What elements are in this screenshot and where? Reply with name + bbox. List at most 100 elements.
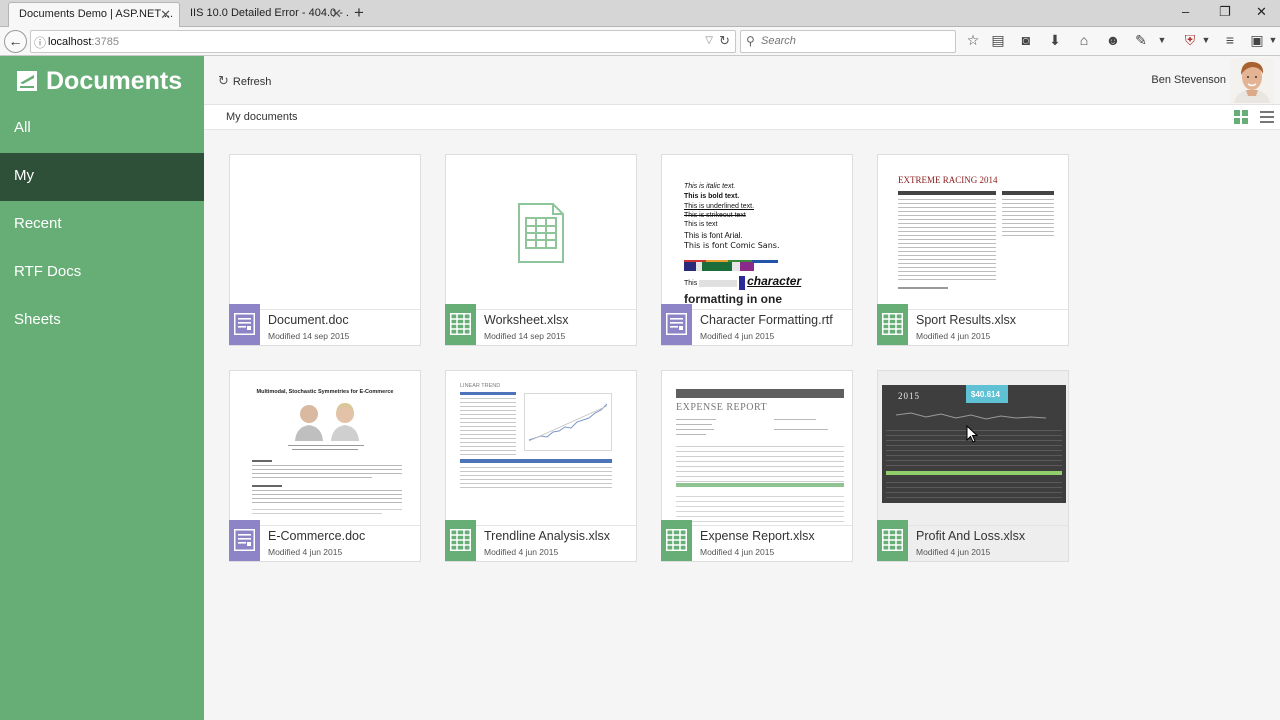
search-box[interactable]: ⚲ — [740, 30, 956, 53]
menu-icon[interactable]: ≡ — [1221, 32, 1239, 48]
card-footer: Profit And Loss.xlsx Modified 4 jun 2015 — [877, 520, 1068, 561]
extension-dropdown-icon[interactable]: ▼ — [1153, 35, 1171, 45]
download-icon[interactable]: ⬇ — [1046, 32, 1064, 49]
document-file-icon — [661, 304, 692, 345]
thumb-text: This is bold text. — [684, 193, 740, 200]
window-close-icon[interactable]: ✕ — [1256, 4, 1267, 20]
extension-icon[interactable]: ✎ — [1132, 32, 1150, 49]
thumb-text-line — [774, 429, 828, 430]
file-modified-date: Modified 14 sep 2015 — [484, 331, 566, 341]
document-card[interactable]: Document.doc Modified 14 sep 2015 — [229, 154, 421, 346]
document-card[interactable]: Multimodal, Stochastic Symmetries for E-… — [229, 370, 421, 562]
minimize-icon[interactable]: – — [1182, 4, 1189, 19]
file-name: Profit And Loss.xlsx — [916, 529, 1026, 543]
sidebar-item-recent[interactable]: Recent — [0, 201, 204, 249]
maximize-icon[interactable]: ❐ — [1219, 4, 1231, 20]
thumb-text: This is text — [684, 221, 718, 228]
thumb-text-line — [252, 460, 272, 462]
thumb-chart-frame — [524, 393, 612, 451]
browser-tab-strip: Documents Demo | ASP.NET ... ✕ IIS 10.0 … — [0, 0, 1280, 27]
thumb-text-line — [676, 434, 706, 435]
shield-dropdown-icon[interactable]: ▼ — [1197, 35, 1215, 45]
thumb-table-body — [676, 493, 844, 523]
user-name[interactable]: Ben Stevenson — [1151, 74, 1226, 86]
thumb-footnote — [898, 287, 948, 289]
thumb-text-line — [252, 498, 402, 499]
thumb-text-line — [252, 465, 402, 466]
character-formatting-thumbnail: ​ This is italic text. This is bold text… — [662, 155, 852, 310]
grid-view-icon[interactable] — [1234, 110, 1248, 124]
thumb-text: formatting in one — [684, 292, 782, 306]
thumb-text: This is font Comic Sans. — [684, 241, 780, 250]
card-footer: Expense Report.xlsx Modified 4 jun 2015 — [661, 520, 852, 561]
list-view-icon[interactable] — [1260, 110, 1274, 124]
thumb-table-body — [886, 479, 1062, 501]
document-thumbnail — [230, 155, 420, 310]
sidebar: Documents All My Recent RTF Docs Sheets — [0, 56, 204, 720]
breadcrumb-my-documents[interactable]: My documents — [226, 111, 298, 123]
url-dropdown-icon[interactable]: ▽ — [705, 35, 713, 46]
document-card[interactable]: 2015 $40.614 Profit And Loss.xlsx Modifi… — [877, 370, 1069, 562]
thumb-text-line — [676, 429, 714, 430]
addon-dropdown-icon[interactable]: ▼ — [1264, 35, 1280, 45]
file-modified-date: Modified 4 jun 2015 — [484, 547, 559, 557]
thumb-kpi-box: $40.614 — [966, 385, 1008, 403]
address-bar[interactable]: ⓘ localhost:3785 ▽ ↻ — [30, 30, 736, 53]
refresh-icon: ↻ — [218, 73, 229, 88]
thumb-text-line — [676, 419, 716, 420]
reload-icon[interactable]: ↻ — [719, 33, 730, 49]
tab-close-icon[interactable]: ✕ — [331, 6, 342, 22]
bookmark-star-icon[interactable]: ☆ — [964, 32, 982, 49]
document-card[interactable]: ​ This is italic text. This is bold text… — [661, 154, 853, 346]
tab-close-icon[interactable]: ✕ — [160, 7, 171, 23]
thumb-table-total — [886, 471, 1062, 475]
sidebar-item-sheets[interactable]: Sheets — [0, 297, 204, 345]
document-card[interactable]: Worksheet.xlsx Modified 14 sep 2015 — [445, 154, 637, 346]
thumb-table-body — [1002, 197, 1054, 237]
document-card[interactable]: LINEAR TREND Trendline Analysis.xlsx Mod… — [445, 370, 637, 562]
tab-title: IIS 10.0 Detailed Error - 404.0 - ... — [190, 7, 350, 19]
file-name: Document.doc — [268, 313, 349, 327]
sidebar-item-rtf-docs[interactable]: RTF Docs — [0, 249, 204, 297]
sidebar-item-my[interactable]: My — [0, 153, 204, 201]
trendline-thumbnail: LINEAR TREND — [446, 371, 636, 526]
expense-report-thumbnail: EXPENSE REPORT — [662, 371, 852, 526]
file-name: E-Commerce.doc — [268, 529, 366, 543]
home-icon[interactable]: ⌂ — [1075, 32, 1093, 48]
thumb-text: This is font Arial. — [684, 231, 743, 240]
document-file-icon — [229, 520, 260, 561]
card-footer: Character Formatting.rtf Modified 4 jun … — [661, 304, 852, 345]
brand-title: Documents — [46, 67, 183, 95]
file-name: Worksheet.xlsx — [484, 313, 569, 327]
thumb-table-total — [676, 483, 844, 487]
thumb-dark-sheet: 2015 $40.614 — [882, 385, 1066, 503]
search-input[interactable] — [761, 35, 941, 47]
new-tab-button[interactable]: + — [354, 3, 364, 23]
thumb-text-line — [252, 509, 402, 510]
sidebar-item-all[interactable]: All — [0, 105, 204, 153]
thumb-title: Multimodal, Stochastic Symmetries for E-… — [256, 389, 394, 395]
refresh-button[interactable]: ↻ Refresh — [218, 73, 271, 89]
spreadsheet-file-icon — [445, 520, 476, 561]
thumb-text-line — [252, 469, 402, 470]
url-text[interactable]: localhost:3785 — [48, 36, 119, 48]
file-modified-date: Modified 4 jun 2015 — [700, 331, 775, 341]
info-icon[interactable]: ⓘ — [34, 34, 46, 51]
document-card[interactable]: EXPENSE REPORT Expense Report.xlsx Modif… — [661, 370, 853, 562]
sport-results-thumbnail: EXTREME RACING 2014 — [878, 155, 1068, 310]
reading-list-icon[interactable]: ▤ — [989, 32, 1007, 49]
file-modified-date: Modified 14 sep 2015 — [268, 331, 350, 341]
document-card[interactable]: EXTREME RACING 2014 Sport Results.xlsx M… — [877, 154, 1069, 346]
spreadsheet-file-icon — [877, 304, 908, 345]
back-arrow-icon[interactable]: ← — [4, 30, 27, 53]
thumb-text-line — [252, 477, 372, 478]
chat-icon[interactable]: ☻ — [1104, 32, 1122, 48]
browser-tab-documents-demo[interactable]: Documents Demo | ASP.NET ... ✕ — [8, 2, 180, 27]
avatar[interactable] — [1230, 58, 1274, 103]
thumb-text-line — [252, 494, 402, 495]
browser-tab-iis-error[interactable]: IIS 10.0 Detailed Error - 404.0 - ... ✕ — [180, 2, 350, 27]
thumb-text-line — [252, 502, 402, 503]
pocket-icon[interactable]: ◙ — [1017, 32, 1035, 48]
thumb-trend-chart — [528, 403, 608, 442]
documents-logo-icon — [17, 71, 37, 91]
